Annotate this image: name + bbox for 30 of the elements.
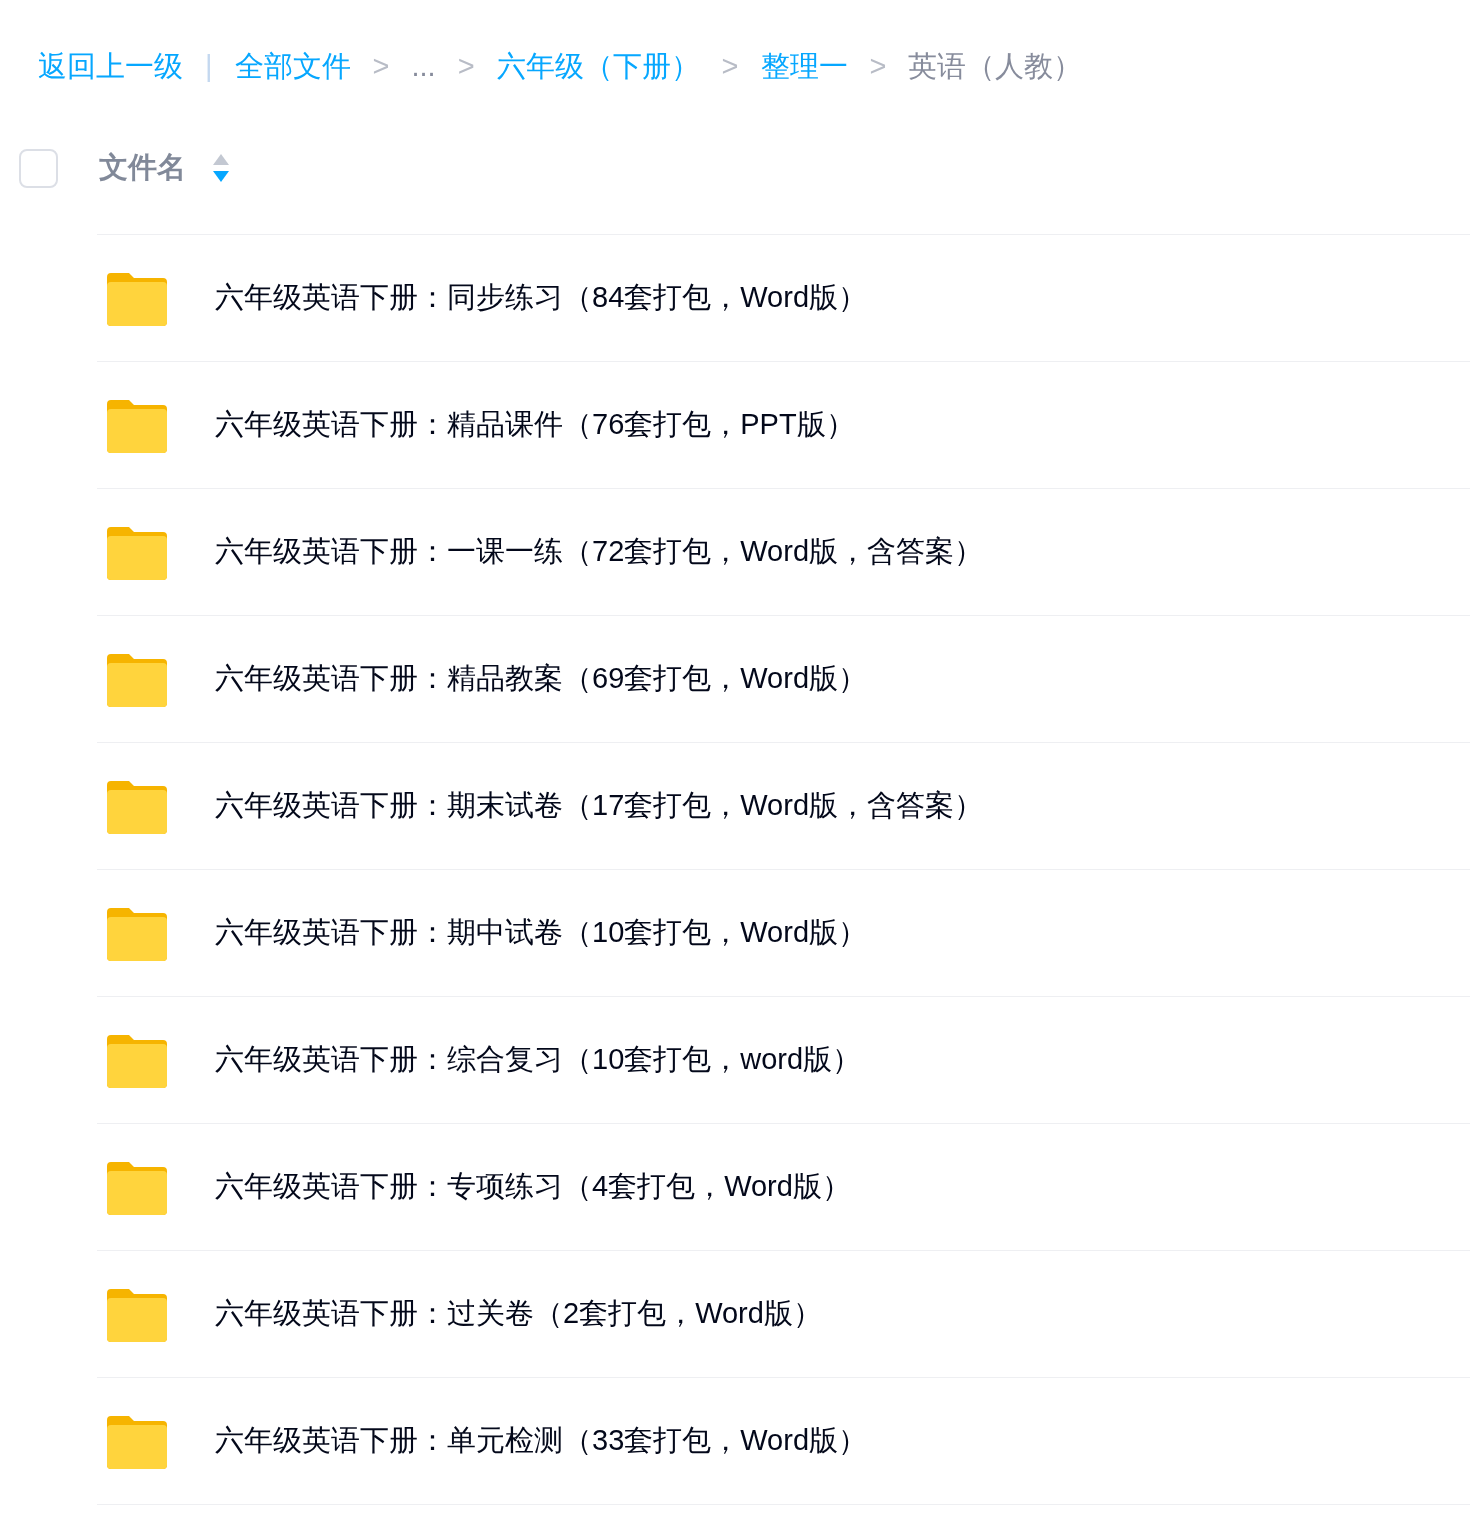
- folder-name[interactable]: 六年级英语下册：期末试卷（17套打包，Word版，含答案）: [215, 784, 984, 828]
- folder-icon: [107, 270, 167, 326]
- breadcrumb-divider: |: [205, 49, 213, 85]
- breadcrumb-separator: >: [372, 49, 390, 85]
- folder-icon: [107, 905, 167, 961]
- breadcrumb-separator: >: [457, 49, 475, 85]
- folder-icon: [107, 1159, 167, 1215]
- breadcrumb-separator: >: [721, 49, 739, 85]
- folder-name[interactable]: 六年级英语下册：单元检测（33套打包，Word版）: [215, 1419, 868, 1463]
- folder-name[interactable]: 六年级英语下册：精品课件（76套打包，PPT版）: [215, 403, 855, 447]
- sort-icon[interactable]: [212, 153, 230, 183]
- folder-name[interactable]: 六年级英语下册：期中试卷（10套打包，Word版）: [215, 911, 868, 955]
- folder-icon: [107, 651, 167, 707]
- folder-name[interactable]: 六年级英语下册：同步练习（84套打包，Word版）: [215, 276, 868, 320]
- breadcrumb-ellipsis[interactable]: ...: [411, 45, 436, 89]
- folder-name[interactable]: 六年级英语下册：专项练习（4套打包，Word版）: [215, 1165, 851, 1209]
- folder-name[interactable]: 六年级英语下册：一课一练（72套打包，Word版，含答案）: [215, 530, 984, 574]
- folder-icon: [107, 1286, 167, 1342]
- column-header[interactable]: 文件名: [99, 146, 186, 190]
- folder-icon: [107, 778, 167, 834]
- folder-icon: [107, 524, 167, 580]
- select-all-checkbox[interactable]: [19, 148, 58, 188]
- current-folder-label: 英语（人教）: [908, 49, 1083, 85]
- folder-icon: [107, 397, 167, 453]
- folder-icon: [107, 1413, 167, 1469]
- folder-icon: [107, 1032, 167, 1088]
- folder-name[interactable]: 六年级英语下册：过关卷（2套打包，Word版）: [215, 1292, 822, 1336]
- folder-name[interactable]: 六年级英语下册：精品教案（69套打包，Word版）: [215, 657, 868, 701]
- folder-name[interactable]: 六年级英语下册：综合复习（10套打包，word版）: [215, 1038, 862, 1082]
- breadcrumb-separator: >: [869, 49, 887, 85]
